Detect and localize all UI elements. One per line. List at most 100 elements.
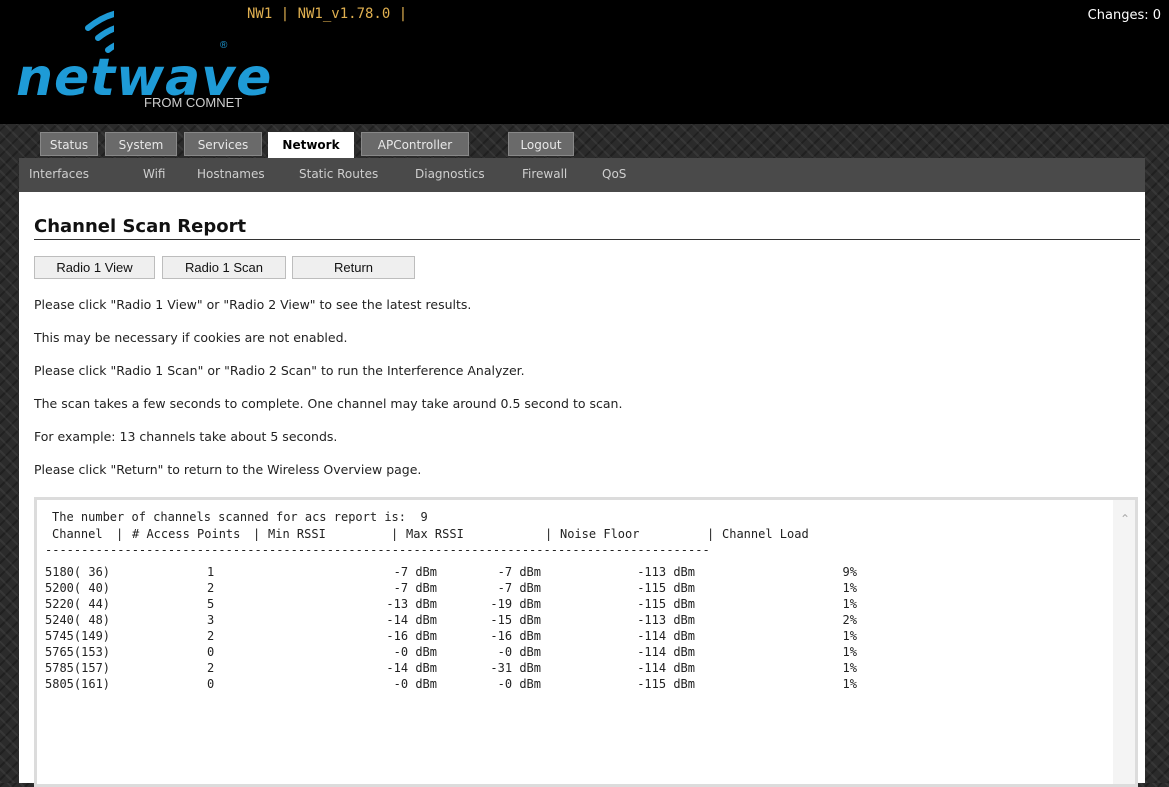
netwave-logo[interactable]: ® netwave FROM COMNET bbox=[14, 10, 271, 115]
subnav-qos[interactable]: QoS bbox=[602, 167, 626, 181]
table-cell-min-rssi: -0 dBm bbox=[393, 677, 437, 691]
table-cell-min-rssi: -13 dBm bbox=[386, 597, 437, 611]
table-row: 5240( 48) 3 -14 dBm -15 dBm -113 dBm 2% bbox=[37, 613, 1135, 629]
subnav-interfaces[interactable]: Interfaces bbox=[29, 167, 89, 181]
table-cell-channel: 5745(149) bbox=[45, 629, 111, 643]
table-cell-load: 1% bbox=[842, 661, 857, 675]
table-cell-aps: 5 bbox=[207, 597, 215, 611]
table-cell-noise: -114 dBm bbox=[637, 645, 695, 659]
scan-report-textarea[interactable]: ⌃ The number of channels scanned for acs… bbox=[34, 497, 1138, 787]
header-channel-load: Channel Load bbox=[722, 527, 809, 541]
table-cell-channel: 5200( 40) bbox=[45, 581, 111, 595]
table-cell-max-rssi: -16 dBm bbox=[490, 629, 541, 643]
table-cell-noise: -114 dBm bbox=[637, 629, 695, 643]
radio1-view-button[interactable]: Radio 1 View bbox=[34, 256, 155, 279]
header-max-rssi: Max RSSI bbox=[406, 527, 464, 541]
page-title: Channel Scan Report bbox=[34, 216, 247, 237]
table-cell-noise: -115 dBm bbox=[637, 597, 695, 611]
table-cell-load: 1% bbox=[842, 581, 857, 595]
table-cell-noise: -115 dBm bbox=[637, 677, 695, 691]
table-cell-max-rssi: -19 dBm bbox=[490, 597, 541, 611]
table-cell-load: 1% bbox=[842, 629, 857, 643]
table-cell-max-rssi: -0 dBm bbox=[497, 677, 541, 691]
hostname-version: NW1 | NW1_v1.78.0 | bbox=[247, 6, 408, 22]
header-access-points: # Access Points bbox=[132, 527, 241, 541]
table-cell-aps: 2 bbox=[207, 661, 215, 675]
table-cell-aps: 3 bbox=[207, 613, 215, 627]
table-cell-aps: 1 bbox=[207, 565, 215, 579]
table-cell-channel: 5765(153) bbox=[45, 645, 111, 659]
sub-navigation: Interfaces Wifi Hostnames Static Routes … bbox=[19, 158, 1145, 193]
tab-services[interactable]: Services bbox=[184, 132, 262, 156]
info-paragraph: Please click "Return" to return to the W… bbox=[34, 462, 422, 477]
table-cell-channel: 5220( 44) bbox=[45, 597, 111, 611]
radio1-scan-button[interactable]: Radio 1 Scan bbox=[162, 256, 286, 279]
info-paragraph: Please click "Radio 1 Scan" or "Radio 2 … bbox=[34, 363, 525, 378]
subnav-diagnostics[interactable]: Diagnostics bbox=[415, 167, 485, 181]
table-cell-min-rssi: -14 dBm bbox=[386, 613, 437, 627]
table-cell-aps: 2 bbox=[207, 581, 215, 595]
tab-system[interactable]: System bbox=[105, 132, 177, 156]
table-row: 5805(161) 0 -0 dBm -0 dBm -115 dBm 1% bbox=[37, 677, 1135, 693]
main-content: Channel Scan Report Radio 1 View Radio 1… bbox=[19, 192, 1145, 787]
header-min-rssi: Min RSSI bbox=[268, 527, 326, 541]
table-cell-load: 2% bbox=[842, 613, 857, 627]
table-row: 5765(153) 0 -0 dBm -0 dBm -114 dBm 1% bbox=[37, 645, 1135, 661]
scroll-up-icon[interactable]: ⌃ bbox=[1120, 512, 1130, 526]
table-cell-min-rssi: -7 dBm bbox=[393, 565, 437, 579]
table-cell-aps: 0 bbox=[207, 645, 215, 659]
table-cell-min-rssi: -0 dBm bbox=[393, 645, 437, 659]
table-cell-min-rssi: -14 dBm bbox=[386, 661, 437, 675]
report-summary: The number of channels scanned for acs r… bbox=[52, 510, 428, 524]
table-cell-aps: 0 bbox=[207, 677, 215, 691]
header-sep: | bbox=[707, 527, 715, 541]
info-paragraph: The scan takes a few seconds to complete… bbox=[34, 396, 623, 411]
table-cell-max-rssi: -31 dBm bbox=[490, 661, 541, 675]
table-cell-noise: -115 dBm bbox=[637, 581, 695, 595]
table-cell-channel: 5240( 48) bbox=[45, 613, 111, 627]
table-cell-load: 1% bbox=[842, 597, 857, 611]
table-row: 5785(157) 2 -14 dBm -31 dBm -114 dBm 1% bbox=[37, 661, 1135, 677]
header-sep: | bbox=[545, 527, 553, 541]
tab-network[interactable]: Network bbox=[268, 132, 354, 158]
table-cell-aps: 2 bbox=[207, 629, 215, 643]
return-button[interactable]: Return bbox=[292, 256, 415, 279]
title-divider bbox=[34, 239, 1140, 240]
tab-apcontroller[interactable]: APController bbox=[361, 132, 469, 156]
header-sep: | bbox=[391, 527, 399, 541]
tab-status[interactable]: Status bbox=[40, 132, 98, 156]
table-cell-max-rssi: -7 dBm bbox=[497, 565, 541, 579]
header-sep: | bbox=[116, 527, 124, 541]
info-paragraph: This may be necessary if cookies are not… bbox=[34, 330, 348, 345]
main-tabs: Status System Services Network APControl… bbox=[0, 124, 1169, 158]
table-cell-max-rssi: -15 dBm bbox=[490, 613, 541, 627]
table-cell-load: 9% bbox=[842, 565, 857, 579]
header-sep: | bbox=[253, 527, 261, 541]
table-cell-noise: -113 dBm bbox=[637, 565, 695, 579]
table-cell-channel: 5180( 36) bbox=[45, 565, 111, 579]
table-cell-load: 1% bbox=[842, 645, 857, 659]
table-cell-max-rssi: -7 dBm bbox=[497, 581, 541, 595]
table-cell-load: 1% bbox=[842, 677, 857, 691]
table-cell-min-rssi: -7 dBm bbox=[393, 581, 437, 595]
table-row: 5200( 40) 2 -7 dBm -7 dBm -115 dBm 1% bbox=[37, 581, 1135, 597]
table-row: 5220( 44) 5 -13 dBm -19 dBm -115 dBm 1% bbox=[37, 597, 1135, 613]
tab-logout[interactable]: Logout bbox=[508, 132, 574, 156]
subnav-hostnames[interactable]: Hostnames bbox=[197, 167, 265, 181]
table-cell-noise: -114 dBm bbox=[637, 661, 695, 675]
table-cell-noise: -113 dBm bbox=[637, 613, 695, 627]
table-row: 5180( 36) 1 -7 dBm -7 dBm -113 dBm 9% bbox=[37, 565, 1135, 581]
table-row: 5745(149) 2 -16 dBm -16 dBm -114 dBm 1% bbox=[37, 629, 1135, 645]
report-separator: ----------------------------------------… bbox=[45, 543, 710, 557]
subnav-firewall[interactable]: Firewall bbox=[522, 167, 567, 181]
changes-counter[interactable]: Changes: 0 bbox=[1088, 8, 1161, 23]
header-channel: Channel bbox=[52, 527, 103, 541]
table-cell-min-rssi: -16 dBm bbox=[386, 629, 437, 643]
subnav-wifi[interactable]: Wifi bbox=[143, 167, 166, 181]
subnav-static-routes[interactable]: Static Routes bbox=[299, 167, 378, 181]
logo-subtitle: FROM COMNET bbox=[144, 95, 243, 110]
header-noise-floor: Noise Floor bbox=[560, 527, 640, 541]
info-paragraph: Please click "Radio 1 View" or "Radio 2 … bbox=[34, 297, 472, 312]
table-cell-channel: 5785(157) bbox=[45, 661, 111, 675]
header: ® netwave FROM COMNET NW1 | NW1_v1.78.0 … bbox=[0, 0, 1169, 124]
